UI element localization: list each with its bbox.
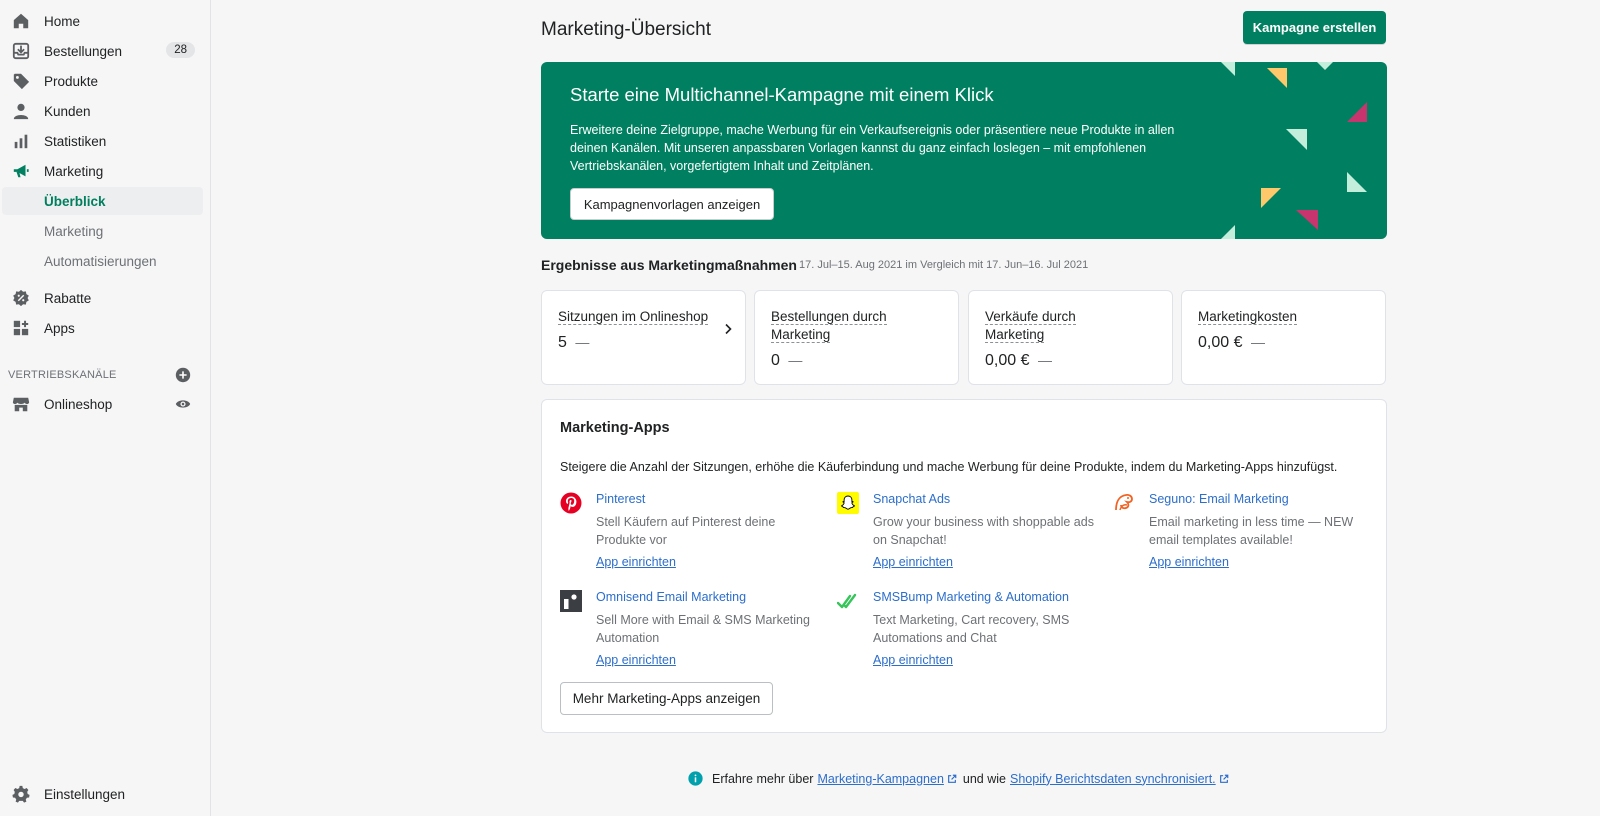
marketing-apps-card: Marketing-Apps Steigere die Anzahl der S… xyxy=(541,399,1387,733)
banner-text: Erweitere deine Zielgruppe, mache Werbun… xyxy=(570,123,1175,173)
megaphone-icon xyxy=(12,162,30,180)
metric-label: Verkäufe durch Marketing xyxy=(985,309,1076,343)
sidebar-item-label: Produkte xyxy=(44,73,99,89)
snapchat-icon xyxy=(837,492,859,514)
sidebar-item-orders[interactable]: Bestellungen 28 xyxy=(2,37,203,65)
bar-chart-icon xyxy=(12,132,30,150)
page-title: Marketing-Übersicht xyxy=(541,19,711,40)
app-description: Text Marketing, Cart recovery, SMS Autom… xyxy=(873,613,1070,645)
discount-icon xyxy=(12,289,30,307)
setup-app-link[interactable]: App einrichten xyxy=(873,555,953,569)
sidebar-item-label: Statistiken xyxy=(44,133,107,149)
app-description: Grow your business with shoppable ads on… xyxy=(873,515,1094,547)
sidebar-item-products[interactable]: Produkte xyxy=(2,67,203,95)
sidebar-item-settings[interactable]: Einstellungen xyxy=(2,780,203,808)
banner-title: Starte eine Multichannel-Kampagne mit ei… xyxy=(570,84,994,105)
sidebar-item-label: Onlineshop xyxy=(44,396,113,412)
app-description: Stell Käufern auf Pinterest deine Produk… xyxy=(596,515,776,547)
sidebar-item-discounts[interactable]: Rabatte xyxy=(2,284,203,312)
app-name[interactable]: SMSBump Marketing & Automation xyxy=(873,590,1069,604)
sidebar-item-label: Überblick xyxy=(44,193,106,209)
metric-value: 0,00 € xyxy=(1198,334,1243,351)
sidebar-item-label: Apps xyxy=(44,320,75,336)
sidebar-item-label: Home xyxy=(44,13,81,29)
tag-icon xyxy=(12,72,30,90)
apps-icon xyxy=(12,319,30,337)
more-marketing-apps-button[interactable]: Mehr Marketing-Apps anzeigen xyxy=(560,682,773,715)
sidebar-item-customers[interactable]: Kunden xyxy=(2,97,203,125)
chevron-right-icon xyxy=(725,323,732,335)
person-icon xyxy=(12,102,30,120)
orders-icon xyxy=(12,42,30,60)
app-name[interactable]: Omnisend Email Marketing xyxy=(596,590,746,604)
apps-heading: Marketing-Apps xyxy=(560,420,670,436)
marketing-campaigns-link[interactable]: Marketing-Kampagnen xyxy=(817,772,943,786)
setup-app-link[interactable]: App einrichten xyxy=(873,653,953,667)
metric-delta: — xyxy=(575,334,590,350)
apps-description: Steigere die Anzahl der Sitzungen, erhöh… xyxy=(560,460,1338,474)
app-description: Sell More with Email & SMS Marketing Aut… xyxy=(596,613,810,645)
metric-delta: — xyxy=(788,352,803,368)
sidebar-item-marketing[interactable]: Marketing xyxy=(2,157,203,185)
sidebar-item-label: Kunden xyxy=(44,103,91,119)
metric-card-orders: Bestellungen durch Marketing 0 — xyxy=(754,290,959,385)
sidebar-item-onlineshop[interactable]: Onlineshop xyxy=(2,390,203,418)
sidebar-subitem-overview[interactable]: Überblick xyxy=(2,187,203,215)
metric-delta: — xyxy=(1250,334,1265,350)
sidebar-item-label: Marketing xyxy=(44,163,104,179)
external-link-icon xyxy=(947,774,957,783)
metric-value: 0,00 € xyxy=(985,352,1030,369)
sidebar-item-analytics[interactable]: Statistiken xyxy=(2,127,203,155)
orders-count-badge: 28 xyxy=(166,42,195,58)
smsbump-icon xyxy=(836,590,859,612)
app-name[interactable]: Pinterest xyxy=(596,492,645,506)
footer-prefix: Erfahre mehr über xyxy=(712,771,814,786)
app-description: Email marketing in less time — NEW email… xyxy=(1149,515,1354,547)
sidebar-item-label: Einstellungen xyxy=(44,786,126,802)
metric-card-costs: Marketingkosten 0,00 € — xyxy=(1181,290,1386,385)
sidebar-subitem-automations[interactable]: Automatisierungen xyxy=(2,247,203,275)
results-date-range: 17. Jul–15. Aug 2021 im Vergleich mit 17… xyxy=(799,259,1089,271)
view-templates-button[interactable]: Kampagnenvorlagen anzeigen xyxy=(570,188,774,220)
app-name[interactable]: Seguno: Email Marketing xyxy=(1149,492,1289,506)
gear-icon xyxy=(12,785,30,803)
sidebar-item-label: Rabatte xyxy=(44,290,92,306)
sidebar-item-label: Automatisierungen xyxy=(44,253,157,269)
app-name[interactable]: Snapchat Ads xyxy=(873,492,950,506)
info-icon xyxy=(688,771,703,786)
sales-channels-heading: VERTRIEBSKANÄLE xyxy=(8,369,117,381)
store-icon xyxy=(12,395,30,413)
seguno-icon xyxy=(1113,492,1135,514)
sidebar: Home Bestellungen 28 Produkte Kunden Sta… xyxy=(0,0,211,816)
metric-delta: — xyxy=(1037,352,1052,368)
footer-help: Erfahre mehr über Marketing-Kampagnen un… xyxy=(688,771,1235,786)
eye-icon[interactable] xyxy=(175,396,191,412)
sidebar-subitem-marketing[interactable]: Marketing xyxy=(2,217,203,245)
sidebar-item-label: Bestellungen xyxy=(44,43,123,59)
metric-card-sessions[interactable]: Sitzungen im Onlineshop 5 — xyxy=(541,290,746,385)
results-heading: Ergebnisse aus Marketingmaßnahmen xyxy=(541,257,797,273)
add-channel-icon[interactable] xyxy=(175,367,191,383)
home-icon xyxy=(12,12,30,30)
metric-label: Bestellungen durch Marketing xyxy=(771,309,887,343)
metric-value: 0 xyxy=(771,352,780,369)
metric-label: Marketingkosten xyxy=(1198,309,1298,325)
sidebar-item-apps[interactable]: Apps xyxy=(2,314,203,342)
metric-label: Sitzungen im Onlineshop xyxy=(558,309,709,325)
setup-app-link[interactable]: App einrichten xyxy=(596,653,676,667)
setup-app-link[interactable]: App einrichten xyxy=(596,555,676,569)
campaign-banner: Starte eine Multichannel-Kampagne mit ei… xyxy=(541,62,1387,239)
banner-decoration xyxy=(1221,62,1367,239)
pinterest-icon xyxy=(560,492,582,514)
omnisend-icon xyxy=(560,590,582,612)
metric-card-sales: Verkäufe durch Marketing 0,00 € — xyxy=(968,290,1173,385)
footer-middle: und wie xyxy=(962,771,1006,786)
report-sync-link[interactable]: Shopify Berichtsdaten synchronisiert. xyxy=(1010,772,1216,786)
external-link-icon xyxy=(1219,774,1229,783)
metric-value: 5 xyxy=(558,334,567,351)
sidebar-item-home[interactable]: Home xyxy=(2,7,203,35)
create-campaign-button[interactable]: Kampagne erstellen xyxy=(1243,11,1386,44)
sidebar-item-label: Marketing xyxy=(44,223,104,239)
setup-app-link[interactable]: App einrichten xyxy=(1149,555,1229,569)
